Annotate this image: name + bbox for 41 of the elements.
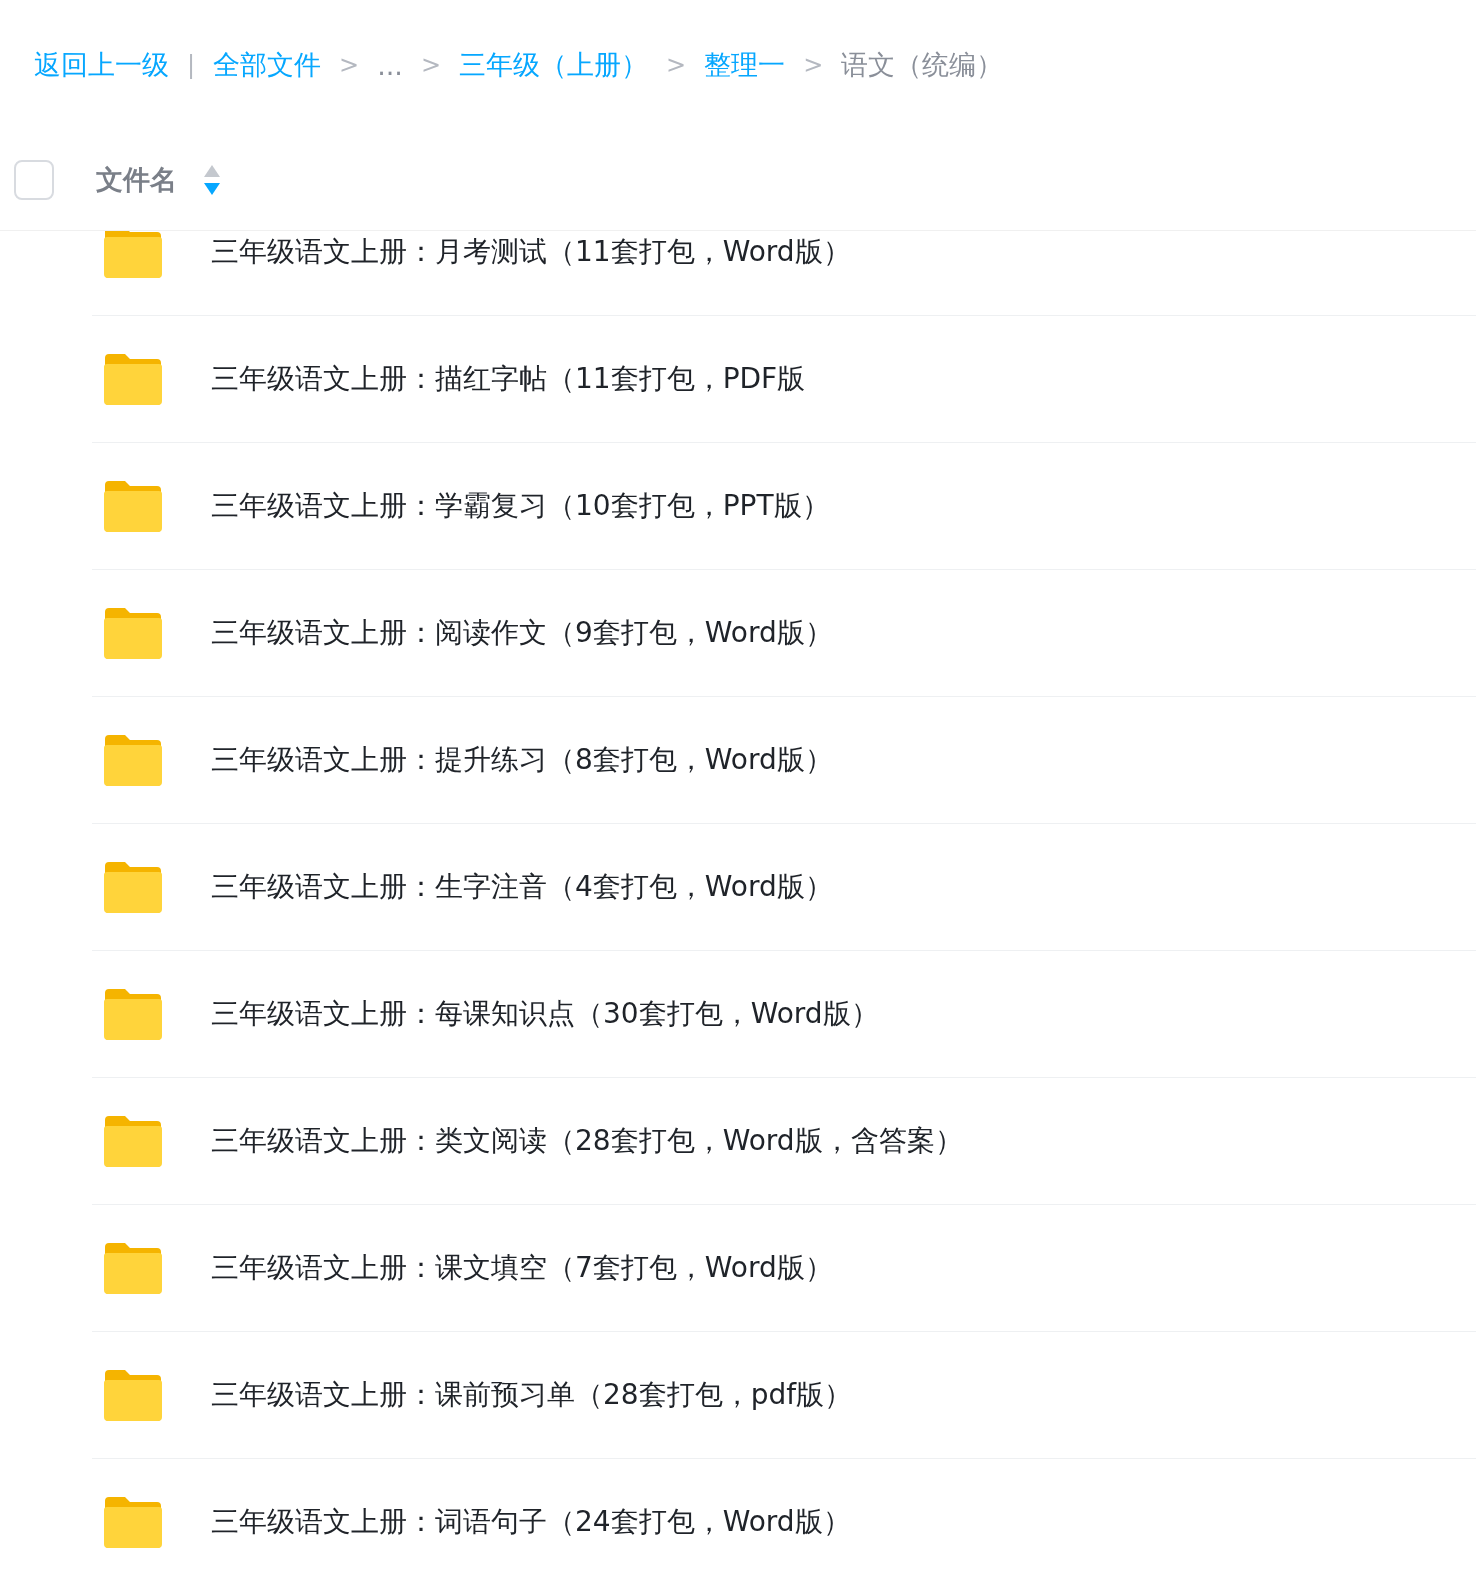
file-name: 三年级语文上册：课前预习单（28套打包，pdf版） <box>211 1377 853 1413</box>
divider: | <box>187 51 196 79</box>
chevron-separator: > <box>803 51 824 79</box>
folder-icon <box>103 987 163 1041</box>
file-name: 三年级语文上册：提升练习（8套打包，Word版） <box>211 742 833 778</box>
file-row[interactable]: 三年级语文上册：学霸复习（10套打包，PPT版） <box>92 443 1476 570</box>
file-row[interactable]: 三年级语文上册：阅读作文（9套打包，Word版） <box>92 570 1476 697</box>
file-row[interactable]: 三年级语文上册：提升练习（8套打包，Word版） <box>92 697 1476 824</box>
folder-icon <box>103 479 163 533</box>
folder-icon <box>103 1114 163 1168</box>
file-name: 三年级语文上册：课文填空（7套打包，Word版） <box>211 1250 833 1286</box>
file-row[interactable]: 三年级语文上册：课文填空（7套打包，Word版） <box>92 1205 1476 1332</box>
file-row[interactable]: 三年级语文上册：生字注音（4套打包，Word版） <box>92 824 1476 951</box>
chevron-separator: > <box>666 51 687 79</box>
file-name: 三年级语文上册：每课知识点（30套打包，Word版） <box>211 996 879 1032</box>
file-name: 三年级语文上册：学霸复习（10套打包，PPT版） <box>211 488 830 524</box>
select-all-checkbox[interactable] <box>14 160 54 200</box>
file-row[interactable]: 三年级语文上册：每课知识点（30套打包，Word版） <box>92 951 1476 1078</box>
file-row[interactable]: 三年级语文上册：月考测试（11套打包，Word版） <box>92 231 1476 316</box>
file-name: 三年级语文上册：类文阅读（28套打包，Word版，含答案） <box>211 1123 963 1159</box>
file-name: 三年级语文上册：词语句子（24套打包，Word版） <box>211 1504 851 1540</box>
chevron-separator: > <box>420 51 442 79</box>
file-name: 三年级语文上册：月考测试（11套打包，Word版） <box>211 234 851 270</box>
file-name: 三年级语文上册：描红字帖（11套打包，PDF版 <box>211 361 806 397</box>
sort-icon[interactable] <box>203 164 221 196</box>
chevron-separator: > <box>339 51 360 79</box>
file-name: 三年级语文上册：阅读作文（9套打包，Word版） <box>211 615 833 651</box>
file-row[interactable]: 三年级语文上册：词语句子（24套打包，Word版） <box>92 1459 1476 1571</box>
folder-icon <box>103 733 163 787</box>
file-row[interactable]: 三年级语文上册：课前预习单（28套打包，pdf版） <box>92 1332 1476 1459</box>
folder-icon <box>103 1368 163 1422</box>
file-row[interactable]: 三年级语文上册：描红字帖（11套打包，PDF版 <box>92 316 1476 443</box>
column-header: 文件名 <box>96 163 177 197</box>
folder-icon <box>103 606 163 660</box>
folder-icon <box>103 1241 163 1295</box>
folder-icon <box>103 231 163 279</box>
file-row[interactable]: 三年级语文上册：类文阅读（28套打包，Word版，含答案） <box>92 1078 1476 1205</box>
folder-icon <box>103 352 163 406</box>
folder-icon <box>103 860 163 914</box>
file-name: 三年级语文上册：生字注音（4套打包，Word版） <box>211 869 833 905</box>
folder-icon <box>103 1495 163 1549</box>
